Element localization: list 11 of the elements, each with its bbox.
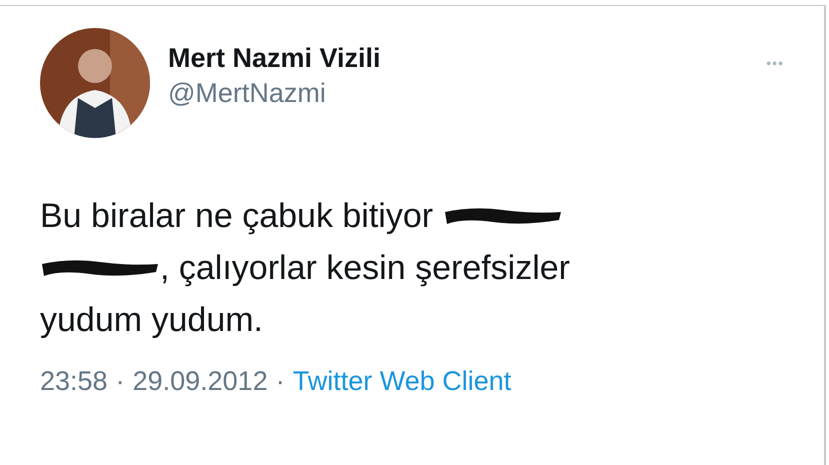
separator-dot: · <box>116 366 125 397</box>
more-button[interactable]: ••• <box>766 55 784 71</box>
tweet-text: yudum yudum. <box>40 300 263 340</box>
tweet-text: Bu biralar ne çabuk bitiyor <box>40 196 434 236</box>
author-name: Mert Nazmi Vizili <box>168 43 382 74</box>
separator-dot: · <box>276 366 285 397</box>
author-handle: @MertNazmi <box>168 78 327 109</box>
tweet-time: 23:58 <box>40 366 108 397</box>
tweet-text: , çalıyorlar kesin şerefsizler <box>160 248 570 288</box>
tweet-date: 29.09.2012 <box>132 366 268 397</box>
source-link[interactable]: Twitter Web Client <box>292 366 512 397</box>
